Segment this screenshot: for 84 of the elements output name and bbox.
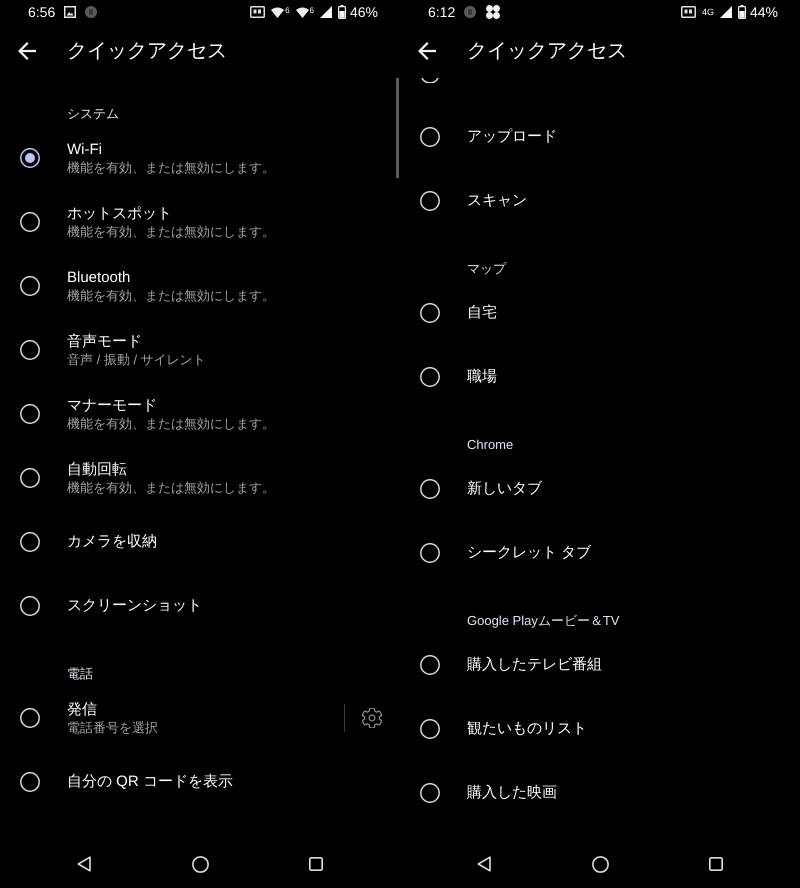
back-button[interactable] [18,42,36,60]
screen-title: クイックアクセス [67,39,227,63]
option-title: 自分の QR コードを表示 [67,772,234,792]
screen-title: クイックアクセス [467,39,627,63]
option-subtitle: 電話番号を選択 [67,720,159,736]
option-title: 音声モード [67,332,143,352]
recents-square-icon [709,857,723,871]
radio-button[interactable] [420,303,440,323]
battery-icon [338,5,346,19]
radio-button[interactable] [420,543,440,563]
option-subtitle: 機能を有効、または無効にします。 [67,416,276,432]
home-circle-icon [192,856,208,872]
option-subtitle: 機能を有効、または無効にします。 [67,160,276,176]
option-subtitle: 機能を有効、または無効にします。 [67,288,276,304]
battery-icon [738,5,746,19]
back-button[interactable] [418,42,436,60]
settings-button[interactable] [362,708,382,728]
wifi-icon [271,6,284,18]
notification-icon [464,6,476,18]
wifi-icon [296,6,309,18]
option-title: 購入したテレビ番組 [467,655,603,675]
option-subtitle: 機能を有効、または無効にします。 [67,224,276,240]
radio-button[interactable] [421,78,439,83]
option-title: アップロード [467,127,558,147]
card-icon [680,6,696,18]
radio-button[interactable] [420,367,440,387]
option-subtitle: 音声 / 振動 / サイレント [67,352,207,368]
status-time: 6:56 [28,4,56,20]
radio-button[interactable] [20,276,40,296]
radio-button[interactable] [420,783,440,803]
back-triangle-icon [477,856,491,872]
wifi-generation-label: 6 [285,6,290,14]
option-title: 観たいものリスト [467,719,588,739]
section-header: システム [67,106,119,121]
option-title: ホットスポット [67,204,173,224]
radio-button[interactable] [20,596,40,616]
radio-button[interactable] [420,655,440,675]
option-title: 自動回転 [67,460,128,480]
settings-icon [362,708,382,728]
radio-button[interactable] [20,772,40,792]
radio-button[interactable] [20,148,40,168]
option-title: 発信 [67,700,98,720]
option-title: スキャン [467,191,528,211]
image-icon [64,6,76,18]
option-title: 新しいタブ [467,479,544,499]
option-title: シークレット タブ [467,543,592,563]
section-header: 電話 [67,666,93,681]
radio-button[interactable] [420,719,440,739]
signal-icon [720,6,732,18]
recents-square-icon [309,857,323,871]
radio-button[interactable] [20,212,40,232]
radio-button[interactable] [20,404,40,424]
option-title: 職場 [467,367,498,387]
home-circle-icon [592,856,608,872]
radio-button[interactable] [420,191,440,211]
radio-button[interactable] [20,468,40,488]
radio-button[interactable] [20,340,40,360]
wifi-generation-label: 6 [310,6,314,14]
option-subtitle: 機能を有効、または無効にします。 [67,480,276,496]
network-type: 4G [702,7,714,17]
back-triangle-icon [77,856,91,872]
radio-button[interactable] [20,532,40,552]
option-title: Wi-Fi [67,140,103,160]
option-title: マナーモード [67,396,158,416]
back-arrow-icon [418,42,436,60]
option-title: スクリーンショット [67,596,203,616]
option-title: 購入した映画 [467,783,558,803]
section-header: マップ [467,261,506,276]
radio-button[interactable] [20,708,40,728]
card-icon [250,6,266,18]
section-header: Google Playムービー＆TV [467,613,620,628]
option-title: カメラを収納 [67,532,158,552]
radio-button[interactable] [420,479,440,499]
signal-icon [320,6,332,18]
battery-level: 46% [350,4,378,20]
section-header: Chrome [467,437,514,452]
option-title: Bluetooth [67,268,132,288]
back-arrow-icon [18,42,36,60]
notification-icon [85,6,98,18]
pinwheel-icon [485,4,502,20]
battery-level: 44% [750,4,778,20]
radio-button[interactable] [420,127,440,147]
status-time: 6:12 [428,4,456,20]
option-title: 自宅 [467,303,498,323]
